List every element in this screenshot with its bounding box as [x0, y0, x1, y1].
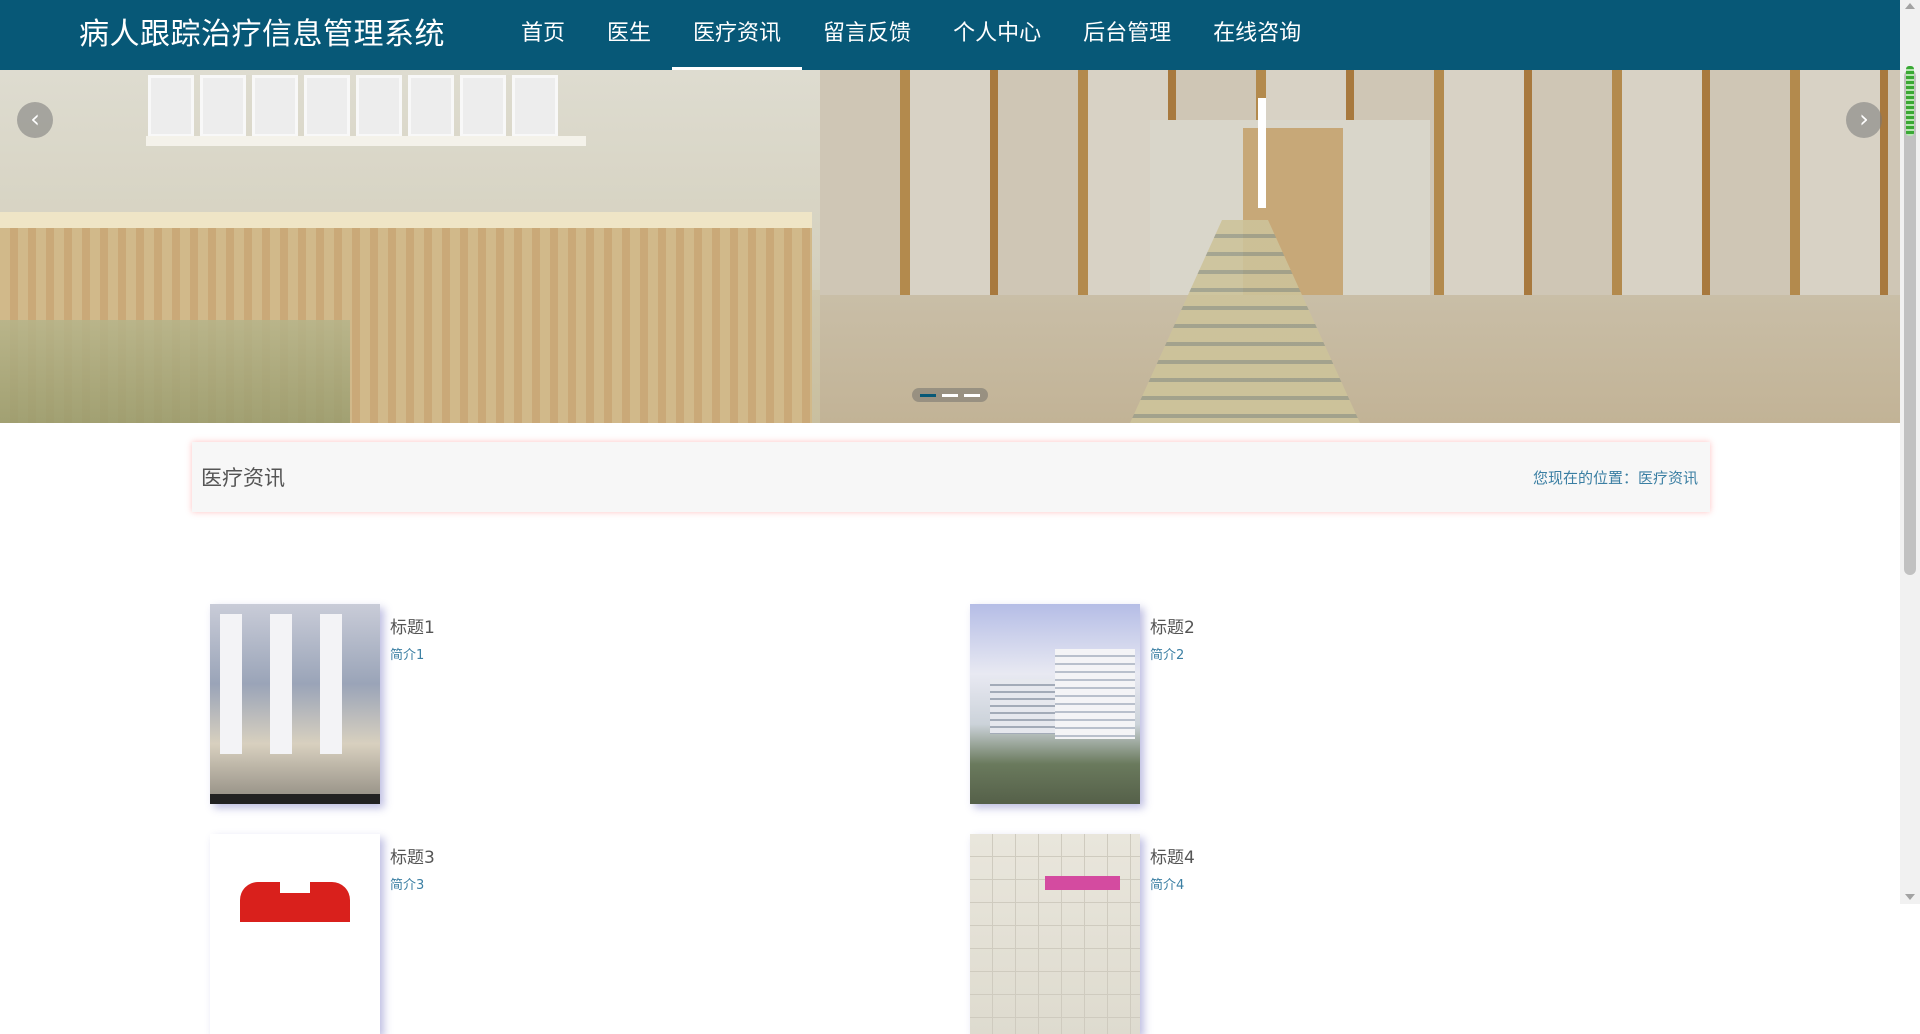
news-title[interactable]: 标题4	[1150, 843, 1195, 868]
news-thumbnail[interactable]	[210, 604, 380, 804]
site-brand[interactable]: 病人跟踪治疗信息管理系统	[79, 15, 445, 55]
carousel-dot-1[interactable]	[920, 393, 936, 397]
carousel-prev-button[interactable]: ‹	[17, 102, 53, 138]
news-summary: 简介1	[390, 648, 425, 663]
news-item[interactable]: 标题1 简介1	[210, 604, 910, 804]
nav-item-feedback[interactable]: 留言反馈	[802, 0, 932, 70]
vertical-scrollbar[interactable]	[1900, 0, 1920, 904]
news-title[interactable]: 标题1	[390, 613, 435, 638]
news-summary: 简介2	[1150, 648, 1185, 663]
news-summary: 简介4	[1150, 878, 1185, 893]
news-item[interactable]: 标题3 简介3	[210, 834, 910, 1034]
news-title[interactable]: 标题3	[390, 843, 435, 868]
scroll-up-icon[interactable]	[1905, 3, 1915, 9]
nav-item-doctors[interactable]: 医生	[586, 0, 672, 70]
news-thumbnail[interactable]	[210, 834, 380, 1034]
main-nav: 首页 医生 医疗资讯 留言反馈 个人中心 后台管理 在线咨询	[500, 0, 1322, 70]
news-title[interactable]: 标题2	[1150, 613, 1195, 638]
carousel-next-button[interactable]: ›	[1846, 102, 1882, 138]
section-title: 医疗资讯	[201, 466, 285, 490]
carousel-indicators	[912, 388, 988, 402]
news-item[interactable]: 标题2 简介2	[970, 604, 1670, 804]
scroll-down-icon[interactable]	[1905, 894, 1915, 900]
section-header: 医疗资讯 您现在的位置：医疗资讯	[192, 442, 1710, 512]
nav-item-online-consult[interactable]: 在线咨询	[1192, 0, 1322, 70]
chevron-left-icon: ‹	[30, 105, 40, 133]
nav-item-admin[interactable]: 后台管理	[1062, 0, 1192, 70]
carousel-dot-3[interactable]	[964, 393, 980, 397]
news-item[interactable]: 标题4 简介4	[970, 834, 1670, 1034]
news-thumbnail[interactable]	[970, 834, 1140, 1034]
chevron-right-icon: ›	[1859, 105, 1869, 133]
news-thumbnail[interactable]	[970, 604, 1140, 804]
breadcrumb-current[interactable]: 医疗资讯	[1638, 469, 1698, 487]
top-navbar: 病人跟踪治疗信息管理系统 首页 医生 医疗资讯 留言反馈 个人中心 后台管理 在…	[0, 0, 1900, 70]
nav-item-profile[interactable]: 个人中心	[932, 0, 1062, 70]
nav-item-medical-news[interactable]: 医疗资讯	[672, 0, 803, 70]
carousel-dot-2[interactable]	[942, 393, 958, 397]
scrollbar-thumb[interactable]	[1904, 70, 1916, 575]
breadcrumb-prefix: 您现在的位置：	[1532, 469, 1638, 487]
hero-carousel: ‹ ›	[0, 70, 1900, 423]
nav-item-home[interactable]: 首页	[500, 0, 586, 70]
breadcrumb: 您现在的位置：医疗资讯	[1533, 467, 1698, 488]
news-summary: 简介3	[390, 878, 425, 893]
